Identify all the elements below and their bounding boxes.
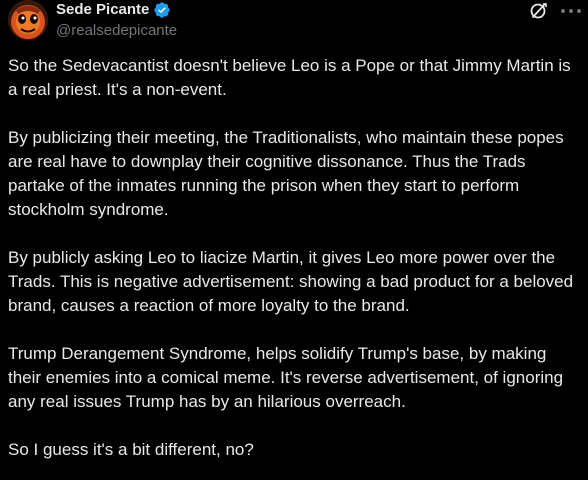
author-handle[interactable]: @realsedepicante <box>56 21 177 41</box>
tweet-paragraph: By publicizing their meeting, the Tradit… <box>8 128 564 219</box>
more-options-button[interactable] <box>559 4 583 18</box>
grok-icon <box>530 3 547 19</box>
tweet-paragraph: Trump Derangement Syndrome, helps solidi… <box>8 344 564 411</box>
avatar[interactable] <box>8 0 48 40</box>
verified-badge-icon <box>154 2 171 18</box>
tweet-paragraph: By publicly asking Leo to liacize Martin… <box>8 248 574 315</box>
tweet-paragraph: So the Sedevacantist doesn't believe Leo… <box>8 56 571 99</box>
tweet-header: Sede Picante @realsedepicante <box>8 0 583 44</box>
tweet-text: So the Sedevacantist doesn't believe Leo… <box>8 54 583 480</box>
tweet-paragraph: So I guess it's a bit different, no? <box>8 440 254 459</box>
more-options-icon <box>561 9 581 13</box>
author-names: Sede Picante @realsedepicante <box>56 0 177 41</box>
display-name[interactable]: Sede Picante <box>56 0 149 20</box>
avatar-image <box>8 0 48 40</box>
grok-button[interactable] <box>528 0 550 22</box>
